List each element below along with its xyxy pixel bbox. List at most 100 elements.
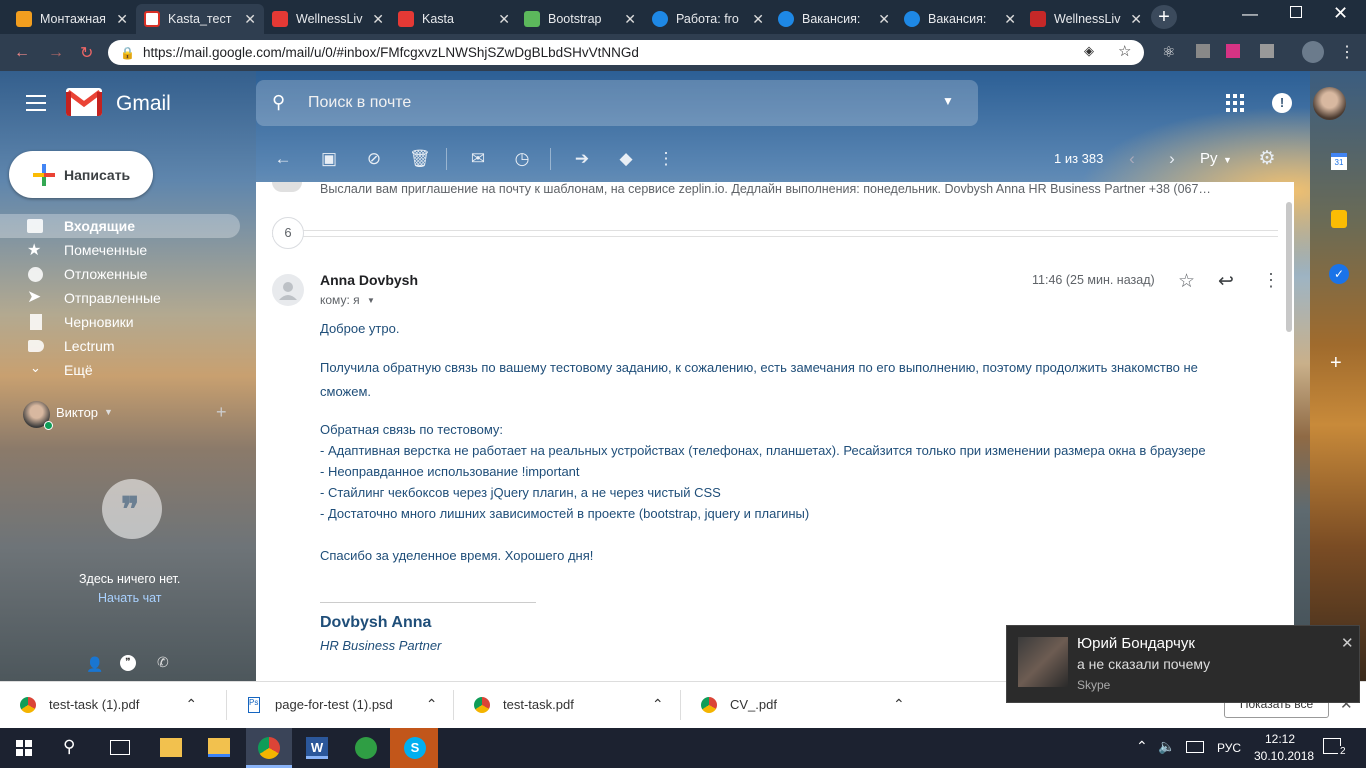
- reply-icon[interactable]: ↩: [1218, 270, 1234, 293]
- more-icon[interactable]: ⋮: [1262, 270, 1280, 291]
- report-spam-icon[interactable]: ⊘: [365, 150, 383, 168]
- settings-gear-icon[interactable]: ⚙: [1258, 149, 1276, 168]
- back-icon[interactable]: ←: [14, 44, 30, 62]
- sender-name[interactable]: Anna Dovbysh: [320, 272, 418, 288]
- tray-chevron-icon[interactable]: ⌃: [1136, 738, 1148, 755]
- file-explorer-icon[interactable]: [160, 738, 182, 757]
- account-avatar[interactable]: [1313, 87, 1346, 120]
- download-item[interactable]: test-task.pdf ⌃: [474, 681, 664, 728]
- search-options-icon[interactable]: ▼: [942, 94, 954, 108]
- new-tab-button[interactable]: +: [1151, 5, 1177, 29]
- archive-icon[interactable]: ▣: [320, 150, 338, 168]
- close-icon[interactable]: ✕: [1130, 11, 1142, 28]
- close-window-button[interactable]: ✕: [1333, 3, 1348, 24]
- input-tools-button[interactable]: Ру: [1200, 150, 1218, 167]
- chevron-up-icon[interactable]: ⌃: [652, 696, 664, 713]
- extension-icon[interactable]: ⚛: [1162, 43, 1175, 61]
- browser-tab[interactable]: Вакансия: ✕: [896, 4, 1024, 34]
- close-icon[interactable]: ✕: [752, 11, 764, 28]
- browser-tab[interactable]: WellnessLiv ✕: [1022, 4, 1150, 34]
- language-indicator[interactable]: РУС: [1217, 741, 1241, 755]
- chevron-up-icon[interactable]: ⌃: [426, 696, 438, 713]
- tasks-icon[interactable]: ✓: [1329, 264, 1349, 284]
- close-icon[interactable]: ✕: [624, 11, 636, 28]
- profile-avatar[interactable]: [1302, 41, 1324, 63]
- star-icon[interactable]: ☆: [1178, 270, 1195, 293]
- add-contact-icon[interactable]: +: [216, 402, 227, 423]
- calendar-icon[interactable]: 31: [1331, 153, 1347, 170]
- clock-time[interactable]: 12:12: [1265, 732, 1295, 746]
- browser-tab[interactable]: Bootstrap ✕: [516, 4, 644, 34]
- extension-icon[interactable]: [1260, 44, 1274, 58]
- older-icon[interactable]: ›: [1163, 150, 1181, 168]
- delete-icon[interactable]: 🗑: [409, 150, 431, 168]
- contacts-icon[interactable]: 👤: [86, 656, 103, 673]
- previous-message-snippet[interactable]: Выслали вам приглашение на почту к шабло…: [320, 182, 1278, 196]
- dropdown-icon[interactable]: ▼: [1223, 155, 1232, 165]
- browser-tab[interactable]: Монтажная ✕: [8, 4, 136, 34]
- reload-icon[interactable]: ↻: [80, 43, 93, 63]
- sidebar-item-starred[interactable]: ★ Помеченные: [0, 238, 240, 262]
- windows-start-icon[interactable]: [16, 740, 32, 756]
- bookmark-star-icon[interactable]: ☆: [1118, 42, 1131, 60]
- browser-tab[interactable]: Kasta ✕: [390, 4, 518, 34]
- phone-icon[interactable]: ✆: [157, 654, 169, 671]
- maximize-button[interactable]: [1290, 6, 1302, 18]
- hangouts-tab-icon[interactable]: ❞: [120, 655, 136, 671]
- mark-unread-icon[interactable]: ✉: [469, 150, 487, 168]
- chevron-up-icon[interactable]: ⌃: [185, 696, 197, 713]
- file-explorer-icon[interactable]: [208, 738, 230, 757]
- snooze-icon[interactable]: ◷: [513, 150, 531, 168]
- sidebar-item-more[interactable]: ⌄ Ещё: [0, 358, 240, 382]
- menu-icon[interactable]: ⋮: [1339, 42, 1355, 62]
- hangouts-user-name[interactable]: Виктор: [56, 405, 98, 420]
- compose-button[interactable]: Написать: [9, 151, 153, 198]
- browser-tab[interactable]: Работа: fro ✕: [644, 4, 772, 34]
- sidebar-item-lectrum[interactable]: Lectrum: [0, 334, 240, 358]
- move-to-icon[interactable]: ➔: [573, 150, 591, 168]
- forward-icon[interactable]: →: [48, 44, 64, 62]
- labels-icon[interactable]: ◆: [617, 150, 635, 168]
- task-view-icon[interactable]: [110, 740, 130, 755]
- close-icon[interactable]: ✕: [1004, 11, 1016, 28]
- keep-icon[interactable]: [1331, 210, 1347, 228]
- extension-icon[interactable]: [1226, 44, 1240, 58]
- show-details-icon[interactable]: ▼: [367, 296, 375, 305]
- close-icon[interactable]: ✕: [878, 11, 890, 28]
- search-icon[interactable]: ⚲: [272, 92, 285, 113]
- sidebar-item-inbox[interactable]: Входящие: [0, 214, 240, 238]
- browser-tab[interactable]: Вакансия: ✕: [770, 4, 898, 34]
- notifications-icon[interactable]: !: [1272, 93, 1292, 113]
- address-bar[interactable]: 🔒 https://mail.google.com/mail/u/0/#inbo…: [108, 40, 1144, 65]
- minimize-button[interactable]: —: [1242, 6, 1258, 24]
- extension-icon[interactable]: [1196, 44, 1210, 58]
- download-item[interactable]: Ps page-for-test (1).psd ⌃: [248, 681, 438, 728]
- chevron-up-icon[interactable]: ⌃: [893, 696, 905, 713]
- newer-icon[interactable]: ‹: [1123, 150, 1141, 168]
- sidebar-item-drafts[interactable]: Черновики: [0, 310, 240, 334]
- clock-date[interactable]: 30.10.2018: [1254, 749, 1314, 763]
- get-addons-icon[interactable]: +: [1330, 352, 1342, 375]
- close-icon[interactable]: ✕: [1341, 634, 1354, 652]
- chrome-taskbar-button[interactable]: [246, 728, 292, 768]
- close-icon[interactable]: ✕: [116, 11, 128, 28]
- search-input[interactable]: ⚲ Поиск в почте ▼: [256, 80, 978, 126]
- shield-icon[interactable]: ◈: [1084, 43, 1094, 59]
- browser-tab[interactable]: WellnessLiv ✕: [264, 4, 392, 34]
- skype-taskbar-button[interactable]: S: [390, 728, 438, 768]
- keyboard-icon[interactable]: [1186, 741, 1204, 753]
- more-options-icon[interactable]: ⋮: [657, 150, 675, 168]
- download-item[interactable]: CV_.pdf ⌃: [701, 681, 905, 728]
- download-item[interactable]: test-task (1).pdf ⌃: [20, 681, 197, 728]
- atom-icon[interactable]: [355, 737, 377, 759]
- collapsed-count-badge[interactable]: 6: [272, 217, 304, 249]
- search-icon[interactable]: ⚲: [63, 737, 75, 757]
- scrollbar-thumb[interactable]: [1286, 202, 1292, 332]
- apps-grid-icon[interactable]: [1226, 94, 1244, 112]
- main-menu-icon[interactable]: [26, 95, 46, 111]
- close-icon[interactable]: ✕: [244, 11, 256, 28]
- word-icon[interactable]: W: [306, 737, 328, 759]
- start-chat-link[interactable]: Начать чат: [98, 591, 162, 605]
- close-icon[interactable]: ✕: [498, 11, 510, 28]
- status-dropdown-icon[interactable]: ▼: [104, 407, 113, 417]
